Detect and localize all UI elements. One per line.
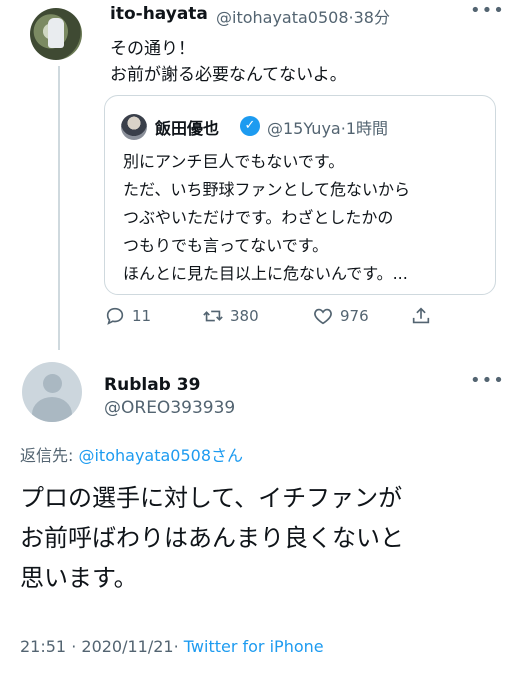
author-name[interactable]: Rublab 39	[104, 375, 200, 395]
tweet-text-line: 思います。	[20, 564, 138, 592]
author-handle-time: @itohayata0508·38分	[216, 4, 390, 28]
reply-count: 11	[132, 307, 152, 325]
separator-dot: ·	[173, 637, 179, 656]
quoted-avatar	[121, 114, 147, 140]
quoted-time: 1時間	[345, 119, 388, 138]
quoted-tweet-card[interactable]: 飯田優也 ✓ @15Yuya·1時間 別にアンチ巨人でもないです。 ただ、いち野…	[104, 95, 496, 295]
verified-badge-icon: ✓	[240, 116, 260, 136]
tweet-time[interactable]: 38分	[354, 8, 390, 27]
author-name[interactable]: ito-hayata	[110, 4, 208, 24]
reply-button[interactable]: 11	[104, 305, 151, 327]
like-button[interactable]: 976	[312, 305, 369, 327]
tweet-text: その通り！ お前が謝る必要なんてないよ。	[110, 36, 347, 88]
share-icon	[412, 307, 430, 324]
share-button[interactable]	[410, 305, 438, 327]
separator-dot: ·	[71, 637, 77, 656]
tweet-text-line: お前呼ばわりはあんまり良くないと	[20, 524, 404, 552]
author-handle[interactable]: @itohayata0508	[216, 8, 349, 27]
like-count: 976	[340, 307, 369, 325]
quoted-text-line: 別にアンチ巨人でもないです。	[123, 152, 345, 171]
more-options-icon[interactable]: •••	[470, 370, 505, 391]
quoted-text-line: つもりでも言ってないです。	[123, 236, 329, 255]
replying-to-label: 返信先:	[20, 446, 79, 465]
retweet-icon	[203, 310, 223, 322]
quoted-text-line: ただ、いち野球ファンとして危ないから	[123, 180, 411, 199]
avatar[interactable]	[30, 8, 82, 60]
quoted-text-line: つぶやいただけです。わざとしたかの	[123, 208, 394, 227]
quoted-text-line: ほんとに見た目以上に危ないんです。...	[123, 264, 408, 283]
tweet-date[interactable]: 2020/11/21	[81, 637, 173, 656]
tweet-text-line: プロの選手に対して、イチファンが	[20, 484, 403, 512]
thread-connector-line	[58, 66, 60, 350]
retweet-button[interactable]: 380	[202, 305, 259, 327]
quoted-handle: @15Yuya	[267, 119, 341, 138]
retweet-count: 380	[230, 307, 259, 325]
author-handle[interactable]: @OREO393939	[104, 398, 235, 418]
reply-mention-suffix: さん	[211, 446, 244, 465]
tweet-text: プロの選手に対して、イチファンが お前呼ばわりはあんまり良くないと 思います。	[20, 478, 404, 598]
tweet-actions: 11 380 976	[104, 305, 496, 335]
quoted-author-name: 飯田優也	[155, 119, 220, 138]
quoted-tweet-text: 別にアンチ巨人でもないです。 ただ、いち野球ファンとして危ないから つぶやいただ…	[123, 148, 410, 288]
reply-tweet[interactable]: Rublab 39 @OREO393939 ••• 返信先: @itohayat…	[0, 350, 517, 680]
tweet-text-line: お前が謝る必要なんてないよ。	[110, 65, 347, 85]
avatar[interactable]	[22, 362, 82, 422]
tweet-time[interactable]: 21:51	[20, 637, 66, 656]
reply-icon	[106, 307, 124, 325]
tweet-source-link[interactable]: Twitter for iPhone	[184, 637, 324, 656]
more-options-icon[interactable]: •••	[470, 0, 505, 21]
heart-icon	[314, 308, 332, 325]
quoted-handle-time: @15Yuya·1時間	[267, 115, 388, 139]
replying-to: 返信先: @itohayata0508さん	[20, 442, 243, 466]
tweet-metadata: 21:51 · 2020/11/21· Twitter for iPhone	[20, 637, 324, 656]
quote-tweet[interactable]: ito-hayata @itohayata0508·38分 ••• その通り！ …	[0, 0, 517, 350]
reply-mention-link[interactable]: @itohayata0508	[78, 446, 211, 465]
tweet-text-line: その通り！	[110, 39, 195, 59]
